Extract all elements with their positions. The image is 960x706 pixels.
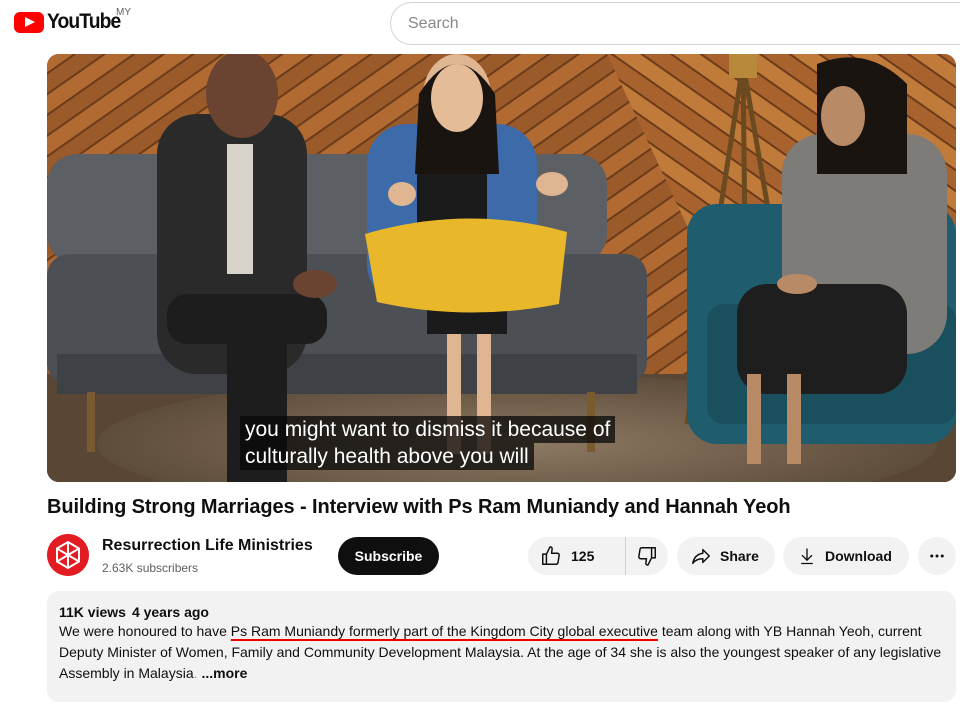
description-text-before: We were honoured to have [59, 623, 231, 639]
channel-logo-icon [47, 534, 89, 576]
more-options-button[interactable] [918, 537, 956, 575]
channel-name[interactable]: Resurrection Life Ministries [102, 537, 313, 555]
caption-line-2: culturally health above you will [240, 443, 534, 470]
download-icon [801, 548, 813, 565]
like-button[interactable]: 125 [528, 537, 626, 575]
view-count: 11K views [59, 604, 126, 620]
like-icon [542, 546, 560, 565]
download-label: Download [825, 548, 892, 564]
youtube-logo[interactable]: YouTube [14, 10, 127, 34]
channel-avatar[interactable] [47, 534, 89, 576]
download-button[interactable]: Download [783, 537, 909, 575]
search-input[interactable]: Search [390, 2, 960, 45]
description-box[interactable]: 11K views 4 years ago We were honoured to… [47, 591, 956, 702]
caption-line-1: you might want to dismiss it because of [240, 416, 616, 443]
country-code: MY [116, 7, 131, 18]
video-caption: you might want to dismiss it because of … [240, 416, 616, 470]
upload-age: 4 years ago [131, 604, 209, 620]
share-button[interactable]: Share [677, 537, 775, 575]
video-title: Building Strong Marriages - Interview wi… [47, 496, 791, 518]
search-placeholder: Search [408, 14, 459, 32]
dislike-button[interactable] [626, 537, 668, 575]
share-icon [692, 548, 710, 565]
show-more-link[interactable]: ...more [202, 665, 248, 681]
dislike-icon [638, 547, 656, 566]
subscriber-count: 2.63K subscribers [102, 561, 199, 575]
description-underlined-text: Ps Ram Muniandy formerly part of the Kin… [230, 623, 658, 639]
description-text: We were honoured to have Ps Ram Muniandy… [59, 621, 944, 684]
youtube-logo-icon [14, 11, 44, 33]
like-dislike-group: 125 [528, 537, 668, 575]
more-options-icon [930, 554, 944, 558]
logo-text: YouTube [47, 10, 121, 33]
subscribe-button[interactable]: Subscribe [338, 537, 439, 575]
like-count: 125 [571, 548, 595, 564]
share-label: Share [720, 548, 759, 564]
video-player[interactable]: you might want to dismiss it because of … [47, 54, 956, 482]
video-meta: 11K views 4 years ago [59, 604, 944, 620]
description-faded-text: . [193, 665, 198, 681]
